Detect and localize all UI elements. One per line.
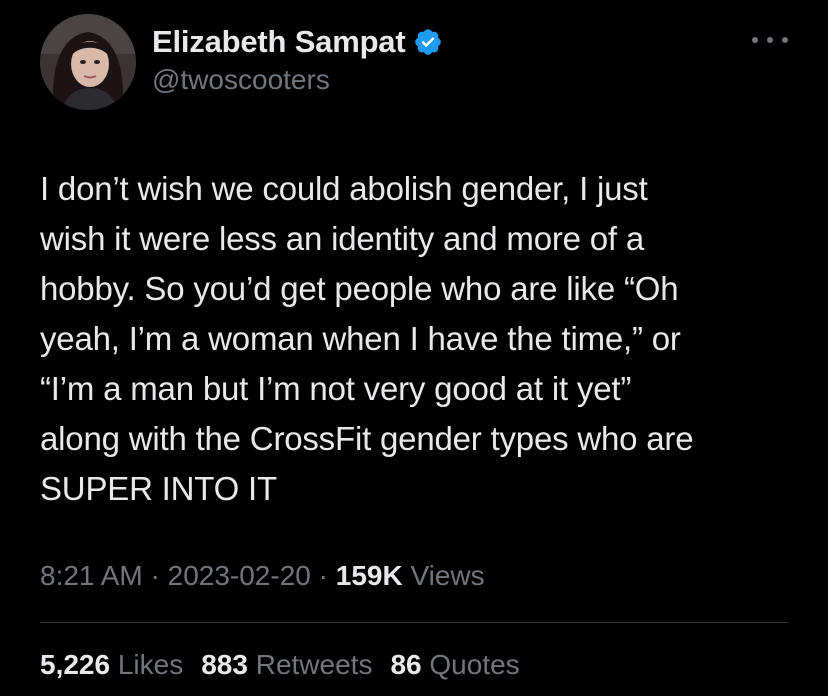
quotes-label: Quotes [429,649,520,680]
meta-separator: · [150,560,160,591]
more-dot [782,37,788,43]
divider [40,622,788,623]
tweet-date[interactable]: 2023-02-20 [168,560,311,591]
engagement-stats: 5,226 Likes 883 Retweets 86 Quotes [40,645,538,685]
views-count: 159K [335,560,403,591]
retweets-stat[interactable]: 883 Retweets [201,645,372,685]
more-horizontal-icon[interactable] [752,28,788,52]
quotes-stat[interactable]: 86 Quotes [390,645,519,685]
author-display-name[interactable]: Elizabeth Sampat [152,24,406,60]
tweet-text-line: “I’m a man but I’m not very good at it y… [40,370,632,407]
tweet-text-line: I don’t wish we could abolish gender, I … [40,170,648,207]
likes-label: Likes [117,649,184,680]
quotes-count: 86 [390,649,422,680]
author-handle[interactable]: @twoscooters [152,64,330,96]
tweet-text-line: wish it were less an identity and more o… [40,220,645,257]
tweet-text-line: hobby. So you’d get people who are like … [40,270,679,307]
tweet-text-line: SUPER INTO IT [40,470,277,507]
views-label: Views [410,560,485,591]
tweet-text-line: yeah, I’m a woman when I have the time,”… [40,320,681,357]
retweets-count: 883 [201,649,248,680]
avatar[interactable] [40,14,136,110]
meta-separator: · [318,560,328,591]
more-dot [752,37,758,43]
likes-stat[interactable]: 5,226 Likes [40,645,183,685]
author-name-row: Elizabeth Sampat [152,22,443,62]
verified-badge-icon[interactable] [413,27,443,57]
retweets-label: Retweets [255,649,373,680]
more-dot [767,37,773,43]
tweet-meta: 8:21 AM · 2023-02-20 · 159K Views [40,556,485,596]
tweet-time[interactable]: 8:21 AM [40,560,143,591]
tweet-detail: Elizabeth Sampat @twoscooters I don’t wi… [0,0,828,696]
likes-count: 5,226 [40,649,111,680]
tweet-text: I don’t wish we could abolish gender, I … [40,164,800,514]
tweet-text-line: along with the CrossFit gender types who… [40,420,694,457]
